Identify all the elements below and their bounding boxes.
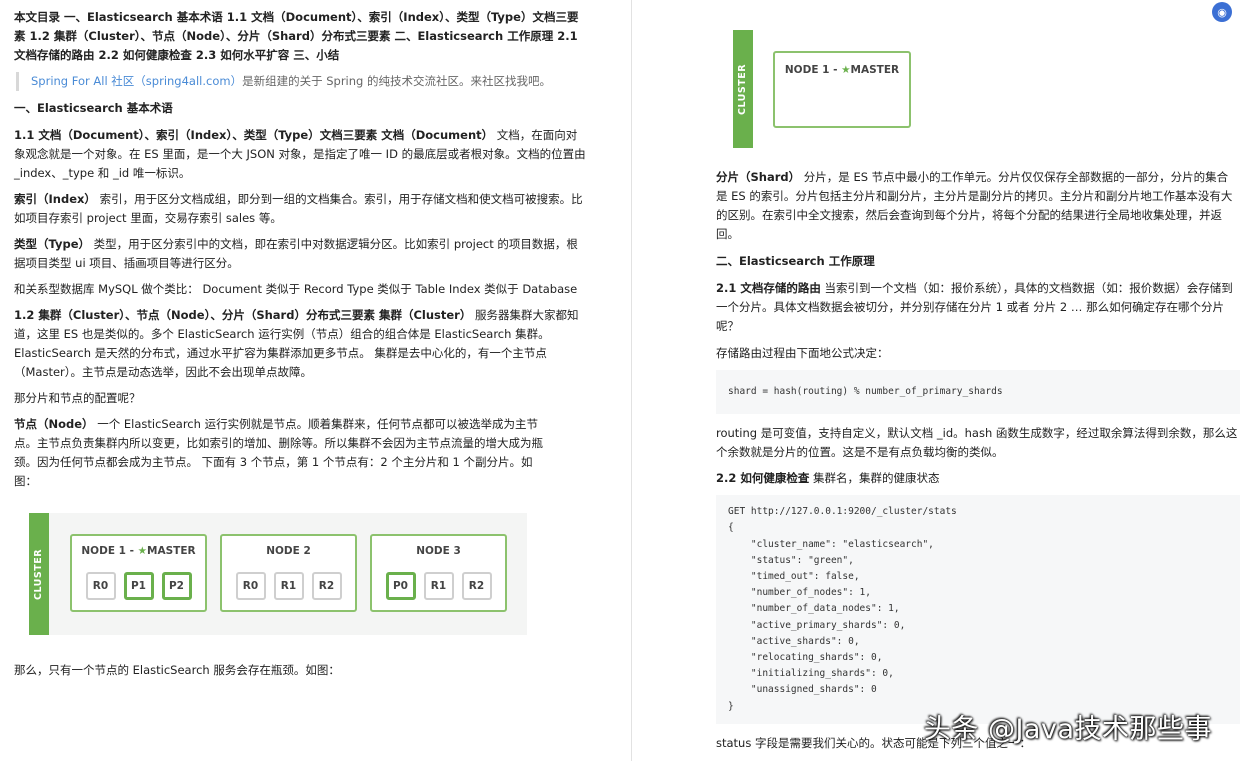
code-block-cluster-stats: GET http://127.0.0.1:9200/_cluster/stats…: [716, 495, 1240, 724]
shard-replica: R0: [235, 572, 266, 600]
quote-text: 是新组建的关于 Spring 的纯技术交流社区。来社区找我吧。: [242, 74, 551, 88]
cluster-diagram-three-nodes: CLUSTER NODE 1 - ★MASTER R0 P1 P2 NODE 2…: [29, 513, 527, 635]
shard-replica: R2: [461, 572, 492, 600]
shard-replica: R1: [423, 572, 454, 600]
node-title: NODE 1 - ★MASTER: [81, 545, 196, 557]
paragraph-cluster: 1.2 集群（Cluster）、节点（Node）、分片（Shard）分布式三要素…: [14, 306, 586, 382]
code-block-formula: shard = hash(routing) % number_of_primar…: [716, 370, 1240, 415]
cluster-label: CLUSTER: [737, 63, 749, 115]
node-title: NODE 3: [416, 545, 461, 557]
paragraph-bottleneck: 那么，只有一个节点的 ElasticSearch 服务会存在瓶颈。如图：: [14, 663, 340, 677]
node-title: NODE 1 - ★MASTER: [784, 64, 900, 76]
paragraph-bold-lead: 节点（Node）: [14, 417, 94, 431]
paragraph-bold-lead: 索引（Index）: [14, 192, 96, 206]
star-icon: ★: [841, 64, 851, 76]
paragraph-document: 1.1 文档（Document）、索引（Index）、类型（Type）文档三要素…: [14, 126, 586, 183]
paragraph-text: 集群名，集群的健康状态: [809, 471, 940, 486]
paragraph-routing-explain: routing 是可变值，支持自定义，默认文档 _id。hash 函数生成数字，…: [716, 426, 1238, 460]
paragraph-shard: 分片（Shard） 分片，是 ES 节点中最小的工作单元。分片仅仅保存全部数据的…: [716, 168, 1238, 244]
shard-primary: P2: [161, 572, 192, 600]
section-heading-1: 一、Elasticsearch 基本术语: [14, 101, 173, 115]
toc-paragraph: 本文目录 一、Elasticsearch 基本术语 1.1 文档（Documen…: [14, 8, 586, 65]
translate-icon[interactable]: ◉: [1212, 2, 1232, 22]
shard-replica: R1: [273, 572, 304, 600]
paragraph-bold-lead: 分片（Shard）: [716, 170, 801, 184]
paragraph-text: 一个 ElasticSearch 运行实例就是节点。顺着集群来，任何节点都可以被…: [14, 417, 543, 488]
blockquote: Spring For All 社区（spring4all.com）是新组建的关于…: [16, 72, 586, 91]
cluster-label: CLUSTER: [33, 548, 45, 600]
paragraph-bold-lead: 类型（Type）: [14, 237, 91, 251]
paragraph-bold-lead: 1.2 集群（Cluster）、节点（Node）、分片（Shard）分布式三要素…: [14, 308, 472, 322]
node-box-1: NODE 1 - ★MASTER R0 P1 P2: [70, 534, 207, 612]
node-box-master: NODE 1 - ★MASTER: [773, 51, 911, 128]
shard-replica: R0: [85, 572, 116, 600]
watermark: 头条 @Java技术那些事: [923, 714, 1212, 745]
section-heading-2: 二、Elasticsearch 工作原理: [716, 254, 875, 268]
shard-replica: R2: [311, 572, 342, 600]
paragraph-formula-intro: 存储路由过程由下面地公式决定：: [716, 346, 889, 360]
paragraph-bold-lead: 1.1 文档（Document）、索引（Index）、类型（Type）文档三要素…: [14, 128, 494, 142]
paragraph-routing: 2.1 文档存储的路由 当索引到一个文档（如：报价系统），具体的文档数据（如：报…: [716, 279, 1238, 336]
quote-link[interactable]: Spring For All 社区（spring4all.com）: [31, 74, 242, 88]
paragraph-bold-lead: 2.1 文档存储的路由: [716, 281, 821, 295]
shard-primary: P1: [123, 572, 154, 600]
page-gutter: [600, 0, 632, 761]
paragraph-type: 类型（Type） 类型，用于区分索引中的文档，即在索引中对数据逻辑分区。比如索引…: [14, 235, 586, 273]
right-page: CLUSTER NODE 1 - ★MASTER 分片（Shard） 分片，是 …: [632, 0, 1240, 761]
node-box-2: NODE 2 R0 R1 R2: [220, 534, 357, 612]
paragraph-question: 那分片和节点的配置呢？: [14, 391, 141, 405]
paragraph-text: 类型，用于区分索引中的文档，即在索引中对数据逻辑分区。比如索引 project …: [14, 237, 578, 270]
shard-primary: P0: [385, 572, 416, 600]
paragraph-index: 索引（Index） 索引，用于区分文档成组，即分到一组的文档集合。索引，用于存储…: [14, 190, 586, 228]
paragraph-node: 节点（Node） 一个 ElasticSearch 运行实例就是节点。顺着集群来…: [14, 415, 586, 491]
star-icon: ★: [137, 545, 148, 557]
paragraph-text: 索引，用于区分文档成组，即分到一组的文档集合。索引，用于存储文档和使文档可被搜索…: [14, 192, 583, 225]
paragraph-bold-lead: 2.2 如何健康检查: [716, 471, 810, 486]
shard-row: R0 P1 P2: [72, 572, 205, 600]
shard-row: R0 R1 R2: [222, 572, 355, 600]
paragraph-analogy: 和关系型数据库 MySQL 做个类比： Document 类似于 Record …: [14, 282, 578, 296]
table-of-contents: 本文目录 一、Elasticsearch 基本术语 1.1 文档（Documen…: [14, 10, 579, 62]
paragraph-health: 2.2 如何健康检查 集群名，集群的健康状态: [716, 469, 1240, 488]
left-page: 本文目录 一、Elasticsearch 基本术语 1.1 文档（Documen…: [0, 0, 600, 761]
shard-row: P0 R1 R2: [372, 572, 505, 600]
cluster-diagram-single-node: CLUSTER NODE 1 - ★MASTER: [733, 30, 913, 148]
node-title: NODE 2: [266, 545, 311, 557]
node-box-3: NODE 3 P0 R1 R2: [370, 534, 507, 612]
